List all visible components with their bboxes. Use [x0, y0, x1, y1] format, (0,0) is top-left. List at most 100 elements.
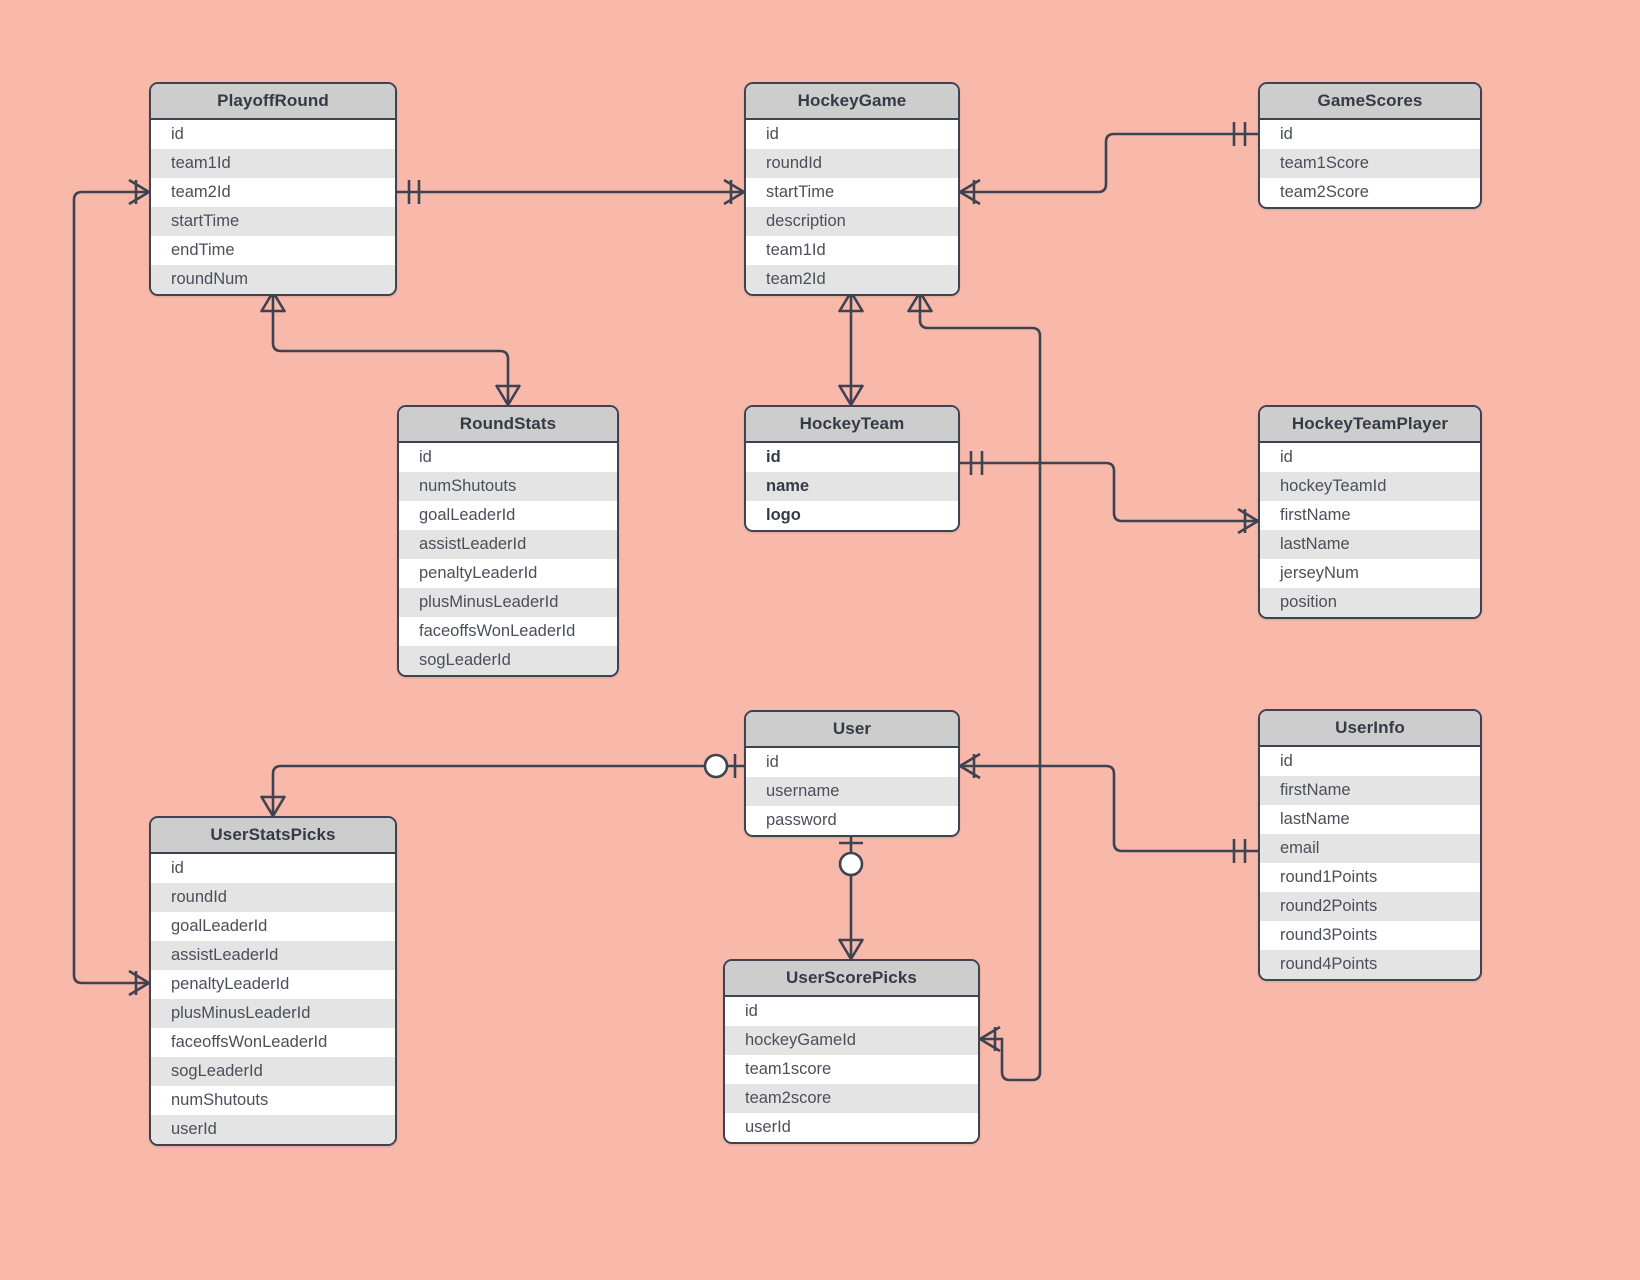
attribute-row[interactable]: sogLeaderId	[151, 1057, 395, 1086]
entity-hockeygame[interactable]: HockeyGame id roundId startTime description t…	[744, 82, 960, 296]
attribute-list: id username password	[746, 748, 958, 835]
attribute-row[interactable]: numShutouts	[151, 1086, 395, 1115]
entity-title: UserStatsPicks	[151, 818, 395, 854]
marker-crow-c4	[506, 384, 522, 406]
edge-user-userstatspicks	[271, 764, 744, 816]
entity-title: GameScores	[1260, 84, 1480, 120]
attribute-row[interactable]: hockeyGameId	[725, 1026, 978, 1055]
attribute-row[interactable]: faceoffsWonLeaderId	[399, 617, 617, 646]
attribute-row[interactable]: startTime	[746, 178, 958, 207]
attribute-row[interactable]: id	[399, 443, 617, 472]
attribute-row[interactable]: round1Points	[1260, 863, 1480, 892]
attribute-row[interactable]: numShutouts	[399, 472, 617, 501]
attribute-row[interactable]: name	[746, 472, 958, 501]
attribute-row[interactable]: firstName	[1260, 776, 1480, 805]
attribute-row[interactable]: logo	[746, 501, 958, 530]
attribute-row[interactable]: id	[746, 443, 958, 472]
marker-crow-e2	[1237, 519, 1259, 535]
attribute-row[interactable]: hockeyTeamId	[1260, 472, 1480, 501]
attribute-row[interactable]: sogLeaderId	[399, 646, 617, 675]
entity-hockeyteam[interactable]: HockeyTeam id name logo	[744, 405, 960, 532]
attribute-row[interactable]: id	[151, 854, 395, 883]
attribute-row[interactable]: email	[1260, 834, 1480, 863]
attribute-row[interactable]: faceoffsWonLeaderId	[151, 1028, 395, 1057]
attribute-row[interactable]: plusMinusLeaderId	[151, 999, 395, 1028]
attribute-row[interactable]: userId	[725, 1113, 978, 1142]
entity-gamescores[interactable]: GameScores id team1Score team2Score	[1258, 82, 1482, 209]
attribute-row[interactable]: penaltyLeaderId	[399, 559, 617, 588]
er-diagram-canvas: PlayoffRound id team1Id team2Id startTime end…	[0, 0, 1640, 1280]
attribute-row[interactable]: round2Points	[1260, 892, 1480, 921]
attribute-row[interactable]: id	[746, 120, 958, 149]
marker-crow-j3	[128, 969, 150, 985]
entity-title: RoundStats	[399, 407, 617, 443]
marker-crow-j4	[128, 981, 150, 997]
marker-circle-i1	[838, 851, 864, 877]
marker-crow-d4	[849, 384, 865, 406]
attribute-row[interactable]: id	[1260, 747, 1480, 776]
attribute-row[interactable]: position	[1260, 588, 1480, 617]
entity-hockeyteamplayer[interactable]: HockeyTeamPlayer id hockeyTeamId firstName l…	[1258, 405, 1482, 619]
attribute-row[interactable]: team2Id	[746, 265, 958, 294]
edge-user-userinfo	[960, 764, 1258, 853]
marker-crow-g2	[259, 795, 275, 817]
attribute-row[interactable]: username	[746, 777, 958, 806]
marker-crow-c3	[494, 384, 510, 406]
attribute-row[interactable]: penaltyLeaderId	[151, 970, 395, 999]
entity-userinfo[interactable]: UserInfo id firstName lastName email round1Po…	[1258, 709, 1482, 981]
attribute-list: id name logo	[746, 443, 958, 530]
entity-userscorepicks[interactable]: UserScorePicks id hockeyGameId team1score te…	[723, 959, 980, 1144]
entity-roundstats[interactable]: RoundStats id numShutouts goalLeaderId assis…	[397, 405, 619, 677]
marker-crow-a1	[723, 178, 745, 194]
marker-crow-f4	[979, 1037, 1001, 1053]
marker-crow-b2	[959, 190, 981, 206]
attribute-row[interactable]: round3Points	[1260, 921, 1480, 950]
entity-title: UserInfo	[1260, 711, 1480, 747]
attribute-row[interactable]: id	[1260, 443, 1480, 472]
attribute-row[interactable]: roundId	[151, 883, 395, 912]
attribute-row[interactable]: round4Points	[1260, 950, 1480, 979]
attribute-row[interactable]: id	[1260, 120, 1480, 149]
attribute-list: id team1Id team2Id startTime endTime roundNum	[151, 120, 395, 294]
attribute-row[interactable]: team1score	[725, 1055, 978, 1084]
attribute-list: id firstName lastName email round1Points roun…	[1260, 747, 1480, 979]
marker-crow-a2	[723, 190, 745, 206]
attribute-row[interactable]: goalLeaderId	[151, 912, 395, 941]
attribute-row[interactable]: roundId	[746, 149, 958, 178]
attribute-row[interactable]: team2Score	[1260, 178, 1480, 207]
attribute-row[interactable]: lastName	[1260, 530, 1480, 559]
attribute-row[interactable]: id	[725, 997, 978, 1026]
entity-playoffround[interactable]: PlayoffRound id team1Id team2Id startTime end…	[149, 82, 397, 296]
edge-hockeygame-gamescores	[960, 132, 1258, 194]
attribute-row[interactable]: password	[746, 806, 958, 835]
attribute-row[interactable]: lastName	[1260, 805, 1480, 834]
attribute-row[interactable]: roundNum	[151, 265, 395, 294]
marker-crow-b1	[959, 178, 981, 194]
attribute-row[interactable]: goalLeaderId	[399, 501, 617, 530]
attribute-row[interactable]: assistLeaderId	[151, 941, 395, 970]
entity-user[interactable]: User id username password	[744, 710, 960, 837]
marker-crow-i3	[849, 938, 865, 960]
attribute-row[interactable]: firstName	[1260, 501, 1480, 530]
attribute-row[interactable]: plusMinusLeaderId	[399, 588, 617, 617]
attribute-row[interactable]: team1Score	[1260, 149, 1480, 178]
attribute-row[interactable]: userId	[151, 1115, 395, 1144]
attribute-row[interactable]: team2Id	[151, 178, 395, 207]
attribute-row[interactable]: team1Id	[151, 149, 395, 178]
attribute-row[interactable]: id	[746, 748, 958, 777]
attribute-row[interactable]: description	[746, 207, 958, 236]
attribute-list: id numShutouts goalLeaderId assistLeaderId p…	[399, 443, 617, 675]
marker-crow-j2	[128, 190, 150, 206]
attribute-row[interactable]: team2score	[725, 1084, 978, 1113]
attribute-row[interactable]: jerseyNum	[1260, 559, 1480, 588]
attribute-row[interactable]: endTime	[151, 236, 395, 265]
entity-userstatspicks[interactable]: UserStatsPicks id roundId goalLeaderId assis…	[149, 816, 397, 1146]
attribute-row[interactable]: startTime	[151, 207, 395, 236]
attribute-row[interactable]: team1Id	[746, 236, 958, 265]
attribute-list: id hockeyTeamId firstName lastName jerseyNum…	[1260, 443, 1480, 617]
attribute-list: id roundId startTime description team1Id team…	[746, 120, 958, 294]
attribute-list: id hockeyGameId team1score team2score userId	[725, 997, 978, 1142]
marker-crow-h2	[959, 764, 981, 780]
attribute-row[interactable]: assistLeaderId	[399, 530, 617, 559]
attribute-row[interactable]: id	[151, 120, 395, 149]
